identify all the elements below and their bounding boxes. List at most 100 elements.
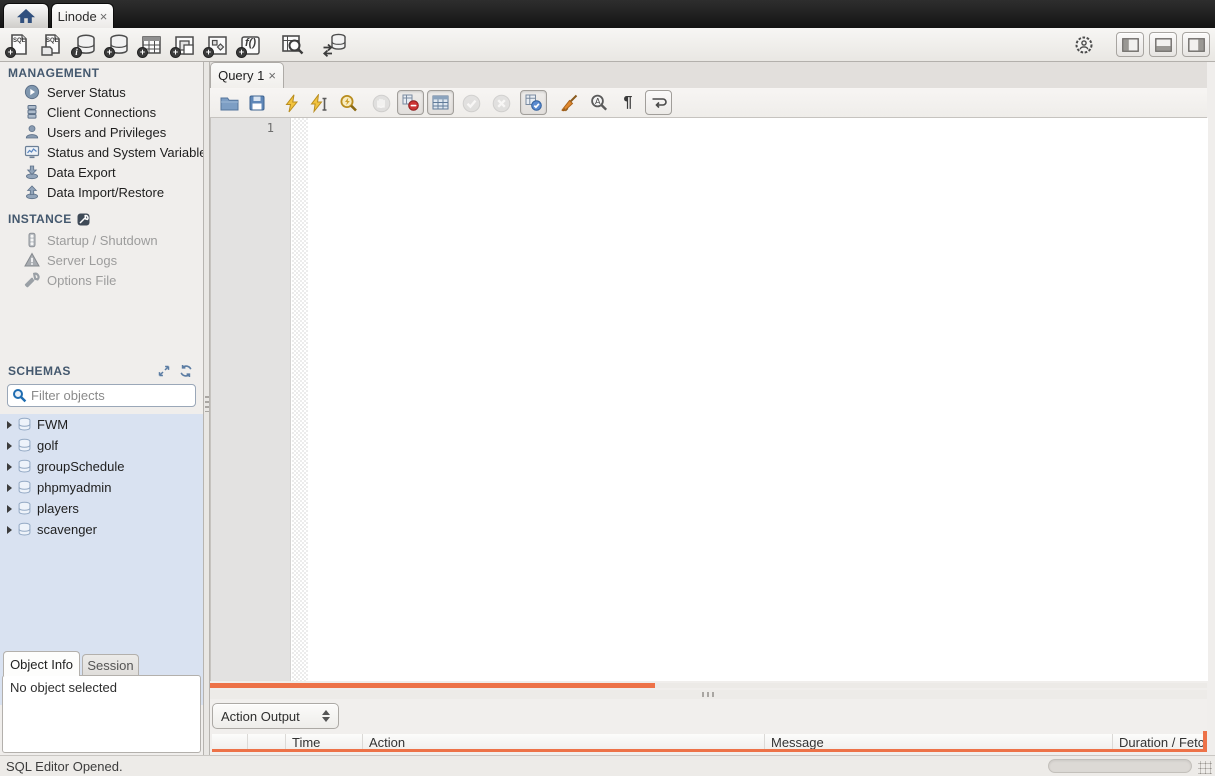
schema-icon <box>17 480 32 495</box>
new-sql-tab-icon[interactable]: SQL + <box>5 32 32 58</box>
reconnect-dbms-icon[interactable] <box>321 32 347 58</box>
schemas-header-icons <box>157 364 193 378</box>
sidebar-item-data-export[interactable]: Data Export <box>0 162 203 182</box>
sidebar-item-status-variables[interactable]: Status and System Variables <box>0 142 203 162</box>
toggle-wrap-button[interactable] <box>645 90 672 115</box>
editor-fold-margin <box>292 118 308 681</box>
output-col-empty-2[interactable] <box>248 734 286 749</box>
output-col-empty-1[interactable] <box>212 734 248 749</box>
expander-icon[interactable] <box>7 441 12 450</box>
create-function-icon[interactable]: f() + <box>236 32 263 58</box>
schema-row-groupschedule[interactable]: groupSchedule <box>0 456 203 477</box>
schema-row-players[interactable]: players <box>0 498 203 519</box>
app-window: Linode × SQL + SQL i + + + + f() + MANAG… <box>0 0 1215 776</box>
sidebar-item-server-status[interactable]: Server Status <box>0 82 203 102</box>
sql-editor: 1 <box>210 118 1208 681</box>
scrollbar-thumb[interactable] <box>210 683 655 688</box>
editor-output-splitter[interactable] <box>210 690 1207 699</box>
connection-tab[interactable]: Linode × <box>51 3 114 28</box>
code-input-area[interactable] <box>308 118 1208 681</box>
output-col-time[interactable]: Time <box>286 734 363 749</box>
open-sql-script-icon[interactable]: SQL <box>39 32 65 58</box>
expander-icon[interactable] <box>7 504 12 513</box>
instance-admin-icon <box>77 213 90 226</box>
beautify-icon[interactable] <box>558 92 580 114</box>
editor-horizontal-scrollbar[interactable] <box>210 683 1207 688</box>
schema-filter <box>7 384 196 407</box>
create-view-icon[interactable]: + <box>170 32 197 58</box>
schema-icon <box>17 438 32 453</box>
output-col-duration[interactable]: Duration / Fetch <box>1113 734 1203 749</box>
open-script-icon[interactable] <box>218 92 240 114</box>
data-import-icon <box>24 184 40 200</box>
expander-icon[interactable] <box>7 420 12 429</box>
schema-row-scavenger[interactable]: scavenger <box>0 519 203 540</box>
filter-objects-input[interactable] <box>31 388 181 403</box>
line-number: 1 <box>266 121 274 135</box>
server-logs-icon <box>24 252 40 268</box>
execute-current-icon[interactable] <box>308 92 330 114</box>
expander-icon[interactable] <box>7 525 12 534</box>
management-items: Server Status Client Connections Users a… <box>0 82 203 202</box>
progress-indicator <box>1048 759 1192 773</box>
toggle-bottom-panel-button[interactable] <box>1149 32 1177 57</box>
toggle-autocommit-button[interactable] <box>520 90 547 115</box>
search-data-icon[interactable] <box>279 32 305 58</box>
tab-query-1[interactable]: Query 1 × <box>210 62 284 88</box>
sql-editor-toolbar: A ¶ <box>210 88 1207 118</box>
close-tab-icon[interactable]: × <box>100 10 108 23</box>
output-col-action[interactable]: Action <box>363 734 765 749</box>
window-resize-grip[interactable] <box>1198 761 1212 774</box>
expander-icon[interactable] <box>7 483 12 492</box>
rollback-icon[interactable] <box>490 92 512 114</box>
execute-icon[interactable] <box>280 92 302 114</box>
tab-session[interactable]: Session <box>82 654 139 676</box>
create-procedure-icon[interactable]: + <box>203 32 230 58</box>
create-schema-icon[interactable]: + <box>104 32 131 58</box>
filter-search-icon <box>12 388 27 403</box>
sidebar-item-users-privileges[interactable]: Users and Privileges <box>0 122 203 142</box>
main-toolbar-left: SQL + SQL i + + + + f() + <box>0 32 347 58</box>
toggle-invisibles-icon[interactable]: ¶ <box>617 92 639 114</box>
schema-icon <box>17 417 32 432</box>
schema-row-phpmyadmin[interactable]: phpmyadmin <box>0 477 203 498</box>
toggle-left-panel-button[interactable] <box>1116 32 1144 57</box>
expand-schemas-icon[interactable] <box>157 364 171 378</box>
users-icon <box>24 124 40 140</box>
inspect-database-icon[interactable]: i <box>71 32 98 58</box>
schemas-section-title: SCHEMAS <box>8 364 71 378</box>
commit-icon[interactable] <box>460 92 482 114</box>
create-table-icon[interactable]: + <box>137 32 164 58</box>
svg-text:A: A <box>595 97 601 106</box>
stop-icon[interactable] <box>370 92 392 114</box>
home-tab[interactable] <box>3 3 49 28</box>
main-toolbar-right <box>1071 32 1215 58</box>
toggle-stop-on-error-button[interactable] <box>397 90 424 115</box>
preferences-icon[interactable] <box>1071 32 1097 58</box>
schema-row-fwm[interactable]: FWM <box>0 414 203 435</box>
expander-icon[interactable] <box>7 462 12 471</box>
sidebar-item-data-import[interactable]: Data Import/Restore <box>0 182 203 202</box>
schema-row-golf[interactable]: golf <box>0 435 203 456</box>
output-col-message[interactable]: Message <box>765 734 1113 749</box>
schema-icon <box>17 522 32 537</box>
output-table-header: Time Action Message Duration / Fetch <box>212 734 1203 752</box>
sidebar-item-client-connections[interactable]: Client Connections <box>0 102 203 122</box>
tab-object-info[interactable]: Object Info <box>3 651 80 676</box>
limit-rows-button[interactable] <box>427 90 454 115</box>
sidebar-item-server-logs[interactable]: Server Logs <box>0 250 203 270</box>
refresh-schemas-icon[interactable] <box>179 364 193 378</box>
toggle-right-panel-button[interactable] <box>1182 32 1210 57</box>
output-type-select[interactable]: Action Output <box>212 703 339 729</box>
sidebar: MANAGEMENT Server Status Client Connecti… <box>0 62 203 755</box>
schema-icon <box>17 459 32 474</box>
output-vertical-scrollbar[interactable] <box>1203 731 1207 752</box>
sidebar-item-options-file[interactable]: Options File <box>0 270 203 290</box>
explain-icon[interactable] <box>337 92 359 114</box>
find-icon[interactable]: A <box>588 92 610 114</box>
sidebar-main-splitter[interactable] <box>203 62 210 755</box>
close-query-tab-icon[interactable]: × <box>268 69 276 82</box>
save-script-icon[interactable] <box>246 92 268 114</box>
sidebar-item-startup-shutdown[interactable]: Startup / Shutdown <box>0 230 203 250</box>
server-status-icon <box>24 84 40 100</box>
